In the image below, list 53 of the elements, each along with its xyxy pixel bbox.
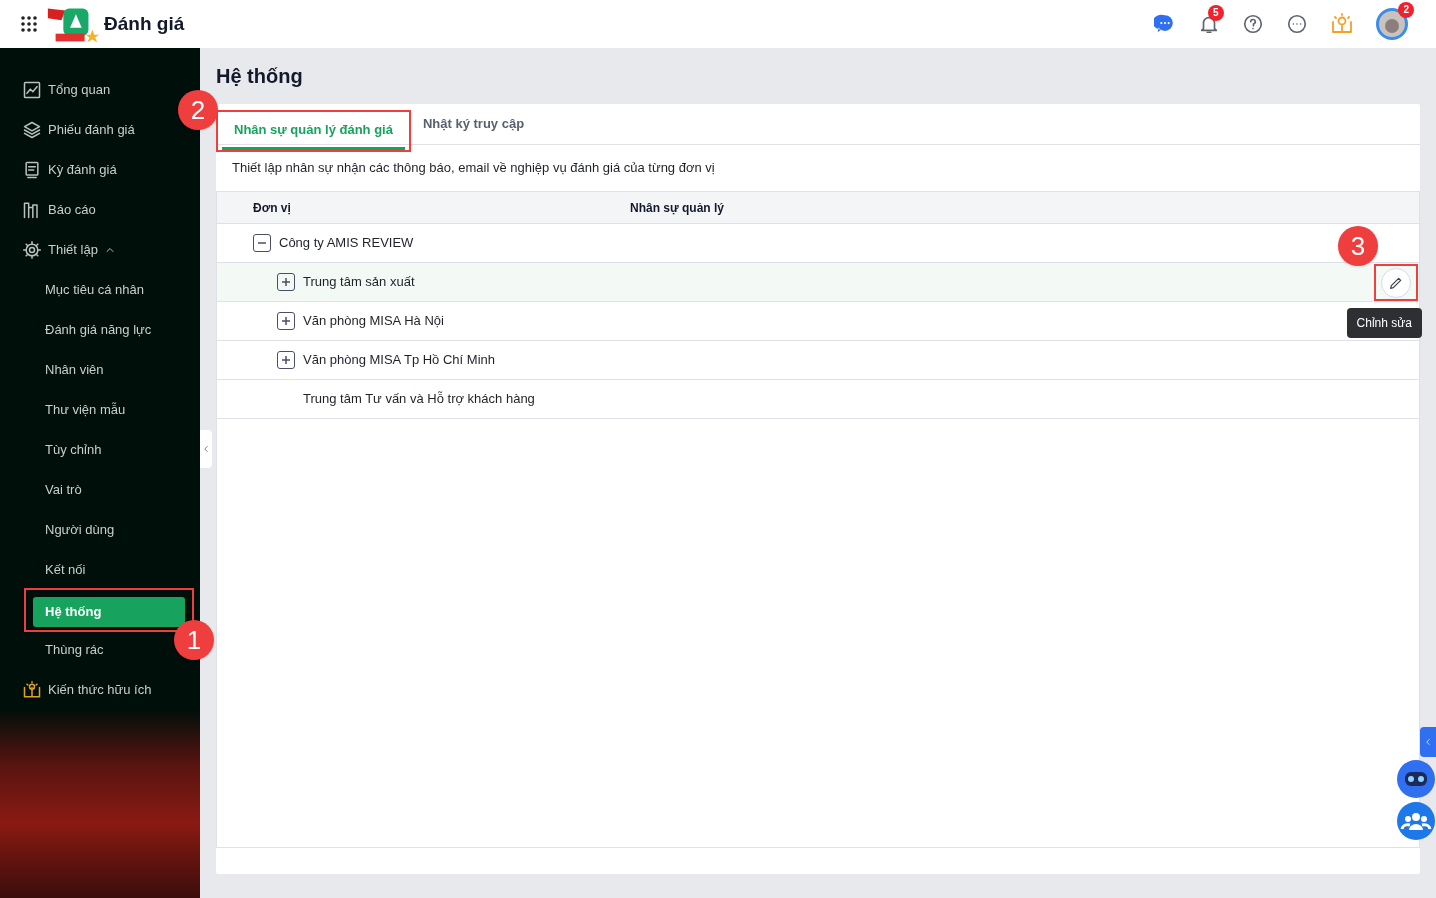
sidebar-item[interactable]: Đánh giá năng lực (24, 320, 152, 340)
unit-name: Trung tâm sản xuất (303, 273, 415, 292)
layers-icon (22, 120, 42, 140)
page-title: Hệ thống (216, 64, 304, 89)
help-icon[interactable] (1242, 13, 1264, 35)
unit-name: Công ty AMIS REVIEW (279, 234, 414, 253)
plus-icon (281, 316, 291, 326)
sidebar-item[interactable]: Báo cáo (48, 200, 96, 220)
chatbot-icon[interactable] (1396, 759, 1436, 799)
app-title: Đánh giá (104, 11, 185, 36)
clipboard-icon (22, 160, 42, 180)
collapse-button[interactable] (253, 234, 271, 252)
tooltip: Chỉnh sửa (1346, 308, 1422, 338)
sidebar-item[interactable]: Kỳ đánh giá (48, 160, 117, 180)
settings-icon (22, 240, 42, 260)
plus-icon (281, 277, 291, 287)
unit-name: Văn phòng MISA Tp Hồ Chí Minh (303, 351, 495, 370)
more-icon[interactable] (1286, 13, 1308, 35)
sidebar-item[interactable]: Thiết lập (48, 240, 98, 260)
column-header: Đơn vị (252, 199, 292, 217)
sidebar-item[interactable]: Phiếu đánh giá (48, 120, 135, 140)
sidebar-item[interactable]: Vai trò (24, 480, 82, 500)
expand-button[interactable] (277, 312, 295, 330)
lightbulb-book-icon (22, 680, 42, 700)
sidebar-item[interactable]: Nhân viên (24, 360, 104, 380)
plus-icon (281, 355, 291, 365)
avatar-badge: 2 (1398, 2, 1414, 18)
expand-button[interactable] (277, 351, 295, 369)
sidebar-item[interactable]: Người dùng (24, 520, 115, 540)
column-header: Nhân sự quản lý (630, 199, 725, 217)
sidebar-item[interactable]: Thư viện mẫu (24, 400, 126, 420)
step-number-badge: 1 (174, 620, 214, 660)
sidebar-item[interactable]: Kết nối (24, 560, 86, 580)
sidebar-item[interactable]: Mục tiêu cá nhân (24, 280, 144, 300)
app-grid-icon[interactable] (20, 15, 38, 33)
unit-name: Văn phòng MISA Hà Nội (303, 312, 444, 331)
chevron-left-icon (201, 444, 211, 454)
sidebar-item[interactable]: Kiến thức hữu ích (48, 680, 152, 700)
edit-button[interactable] (1381, 267, 1411, 298)
people-icon[interactable] (1396, 801, 1436, 841)
expand-button[interactable] (277, 273, 295, 291)
sidebar-item[interactable]: Tùy chỉnh (24, 440, 102, 460)
notification-badge: 5 (1208, 5, 1224, 21)
panel-toggle-button[interactable] (1420, 727, 1436, 757)
unit-name: Trung tâm Tư vấn và Hỗ trợ khách hàng (303, 390, 535, 409)
tab[interactable]: Nhật ký truy cập (410, 106, 537, 144)
chevron-left-icon (1423, 737, 1433, 747)
sidebar-collapse-handle[interactable] (200, 430, 212, 468)
sidebar-item[interactable]: Tổng quan (48, 80, 111, 100)
sidebar-item[interactable]: Thùng rác (24, 640, 104, 660)
description: Thiết lập nhân sự nhận các thông báo, email về nghiệp vụ đánh giá của từng đơn vị (231, 159, 716, 178)
chart-icon (22, 80, 42, 100)
chat-icon[interactable] (1154, 13, 1176, 35)
